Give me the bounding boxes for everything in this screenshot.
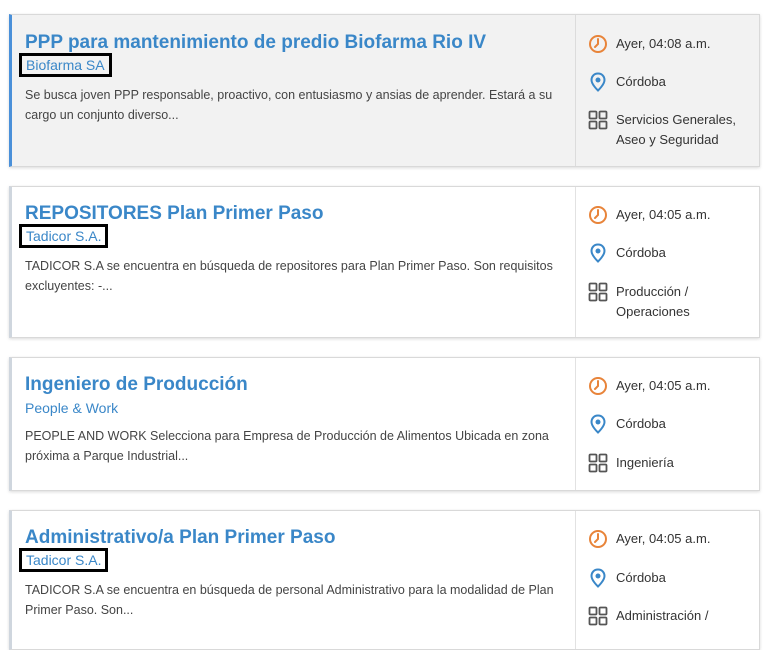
- job-location: Córdoba: [616, 245, 666, 260]
- clock-icon: [589, 530, 607, 548]
- job-category: Servicios Generales, Aseo y Seguridad: [616, 112, 736, 147]
- job-description: Se busca joven PPP responsable, proactiv…: [25, 88, 553, 122]
- location-pin-icon: [590, 414, 606, 434]
- job-card[interactable]: Administrativo/a Plan Primer Paso Tadico…: [9, 510, 760, 650]
- location-row: Córdoba: [588, 243, 666, 263]
- job-category: Producción / Operaciones: [616, 284, 690, 319]
- company-link[interactable]: People & Work: [25, 400, 118, 416]
- job-location: Córdoba: [616, 570, 666, 585]
- job-location: Córdoba: [616, 416, 666, 431]
- job-date: Ayer, 04:05 a.m.: [616, 531, 711, 546]
- company-link[interactable]: Tadicor S.A.: [19, 548, 109, 572]
- job-description: TADICOR S.A se encuentra en búsqueda de …: [25, 583, 554, 617]
- job-meta: Ayer, 04:08 a.m. Córdoba Servicios Gener…: [575, 15, 759, 166]
- company-link[interactable]: Tadicor S.A.: [19, 224, 109, 248]
- job-title[interactable]: Ingeniero de Producción: [25, 374, 248, 396]
- job-description: TADICOR S.A se encuentra en búsqueda de …: [25, 259, 553, 293]
- job-date: Ayer, 04:08 a.m.: [616, 36, 711, 51]
- job-card[interactable]: PPP para mantenimiento de predio Biofarm…: [9, 14, 760, 167]
- job-title[interactable]: Administrativo/a Plan Primer Paso: [25, 527, 335, 549]
- location-row: Córdoba: [588, 72, 666, 92]
- job-description: PEOPLE AND WORK Selecciona para Empresa …: [25, 429, 549, 463]
- date-row: Ayer, 04:08 a.m.: [588, 34, 710, 54]
- date-row: Ayer, 04:05 a.m.: [588, 205, 710, 225]
- job-category: Administración /: [616, 608, 709, 623]
- category-row: Administración /: [588, 606, 708, 626]
- clock-icon: [589, 35, 607, 53]
- job-date: Ayer, 04:05 a.m.: [616, 378, 711, 393]
- location-row: Córdoba: [588, 568, 666, 588]
- category-row: Servicios Generales, Aseo y Seguridad: [588, 110, 756, 149]
- job-date: Ayer, 04:05 a.m.: [616, 207, 711, 222]
- date-row: Ayer, 04:05 a.m.: [588, 529, 710, 549]
- category-row: Ingeniería: [588, 453, 674, 473]
- grid-icon: [588, 282, 608, 302]
- job-card[interactable]: REPOSITORES Plan Primer Paso Tadicor S.A…: [9, 186, 760, 338]
- company-link[interactable]: Biofarma SA: [19, 53, 112, 77]
- job-meta: Ayer, 04:05 a.m. Córdoba Producción / Op…: [575, 187, 759, 337]
- location-pin-icon: [590, 568, 606, 588]
- clock-icon: [589, 206, 607, 224]
- location-pin-icon: [590, 243, 606, 263]
- category-row: Producción / Operaciones: [588, 282, 716, 321]
- job-category: Ingeniería: [616, 455, 674, 470]
- grid-icon: [588, 453, 608, 473]
- job-card[interactable]: Ingeniero de Producción People & Work PE…: [9, 357, 760, 491]
- job-location: Córdoba: [616, 74, 666, 89]
- job-meta: Ayer, 04:05 a.m. Córdoba Administración …: [575, 511, 759, 649]
- job-title[interactable]: PPP para mantenimiento de predio Biofarm…: [25, 32, 486, 54]
- location-row: Córdoba: [588, 414, 666, 434]
- location-pin-icon: [590, 72, 606, 92]
- job-title[interactable]: REPOSITORES Plan Primer Paso: [25, 203, 323, 225]
- clock-icon: [589, 377, 607, 395]
- grid-icon: [588, 110, 608, 130]
- grid-icon: [588, 606, 608, 626]
- date-row: Ayer, 04:05 a.m.: [588, 376, 710, 396]
- job-meta: Ayer, 04:05 a.m. Córdoba Ingeniería: [575, 358, 759, 490]
